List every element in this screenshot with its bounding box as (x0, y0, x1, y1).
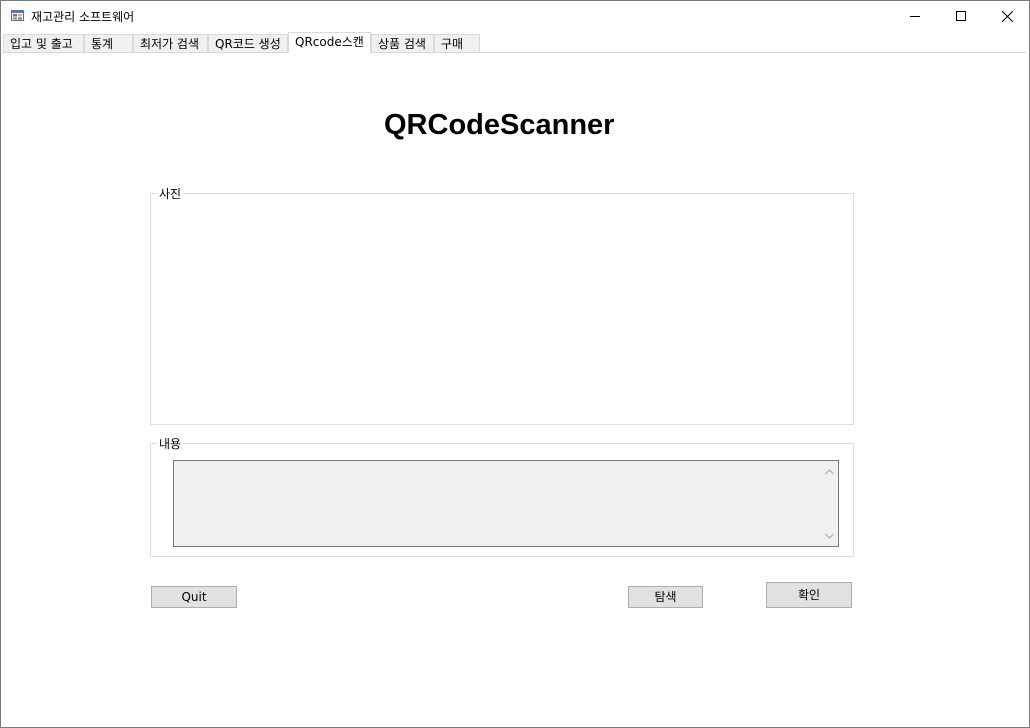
tab-qr-generate[interactable]: QR코드 생성 (208, 34, 288, 52)
tab-product-search[interactable]: 상품 검색 (371, 34, 434, 52)
content-scrollbar[interactable] (821, 461, 838, 546)
app-form-icon (11, 10, 24, 21)
photo-group-label: 사진 (157, 185, 184, 202)
tab-inbound-outbound[interactable]: 입고 및 출고 (3, 34, 84, 52)
scroll-down-button[interactable] (821, 527, 838, 544)
minimize-button[interactable] (892, 1, 938, 31)
window-title: 재고관리 소프트웨어 (31, 10, 135, 24)
content-textbox[interactable] (173, 460, 839, 547)
chevron-up-icon (825, 468, 834, 474)
maximize-button[interactable] (938, 1, 984, 31)
main-window: 재고관리 소프트웨어 입고 및 출고 통계 최저가 검색 QR코드 생성 QRc… (0, 0, 1030, 728)
confirm-button[interactable]: 확인 (766, 582, 852, 608)
tab-statistics[interactable]: 통계 (84, 34, 133, 52)
chevron-down-icon (825, 533, 834, 539)
maximize-icon (956, 11, 966, 21)
tab-purchase[interactable]: 구매 (434, 34, 480, 52)
tab-qr-scan[interactable]: QRcode스캔 (288, 32, 371, 53)
photo-groupbox: 사진 (150, 185, 854, 425)
title-bar[interactable]: 재고관리 소프트웨어 (1, 1, 1029, 31)
close-icon (1001, 10, 1013, 22)
close-button[interactable] (984, 1, 1030, 31)
tab-lowest-price-search[interactable]: 최저가 검색 (133, 34, 208, 52)
scroll-up-button[interactable] (821, 463, 838, 480)
minimize-icon (910, 16, 920, 17)
quit-button[interactable]: Quit (151, 586, 237, 608)
content-group-label: 내용 (157, 435, 184, 452)
browse-button[interactable]: 탐색 (628, 586, 703, 608)
tab-strip: 입고 및 출고 통계 최저가 검색 QR코드 생성 QRcode스캔 상품 검색… (1, 32, 1029, 54)
page-title: QRCodeScanner (384, 109, 615, 141)
